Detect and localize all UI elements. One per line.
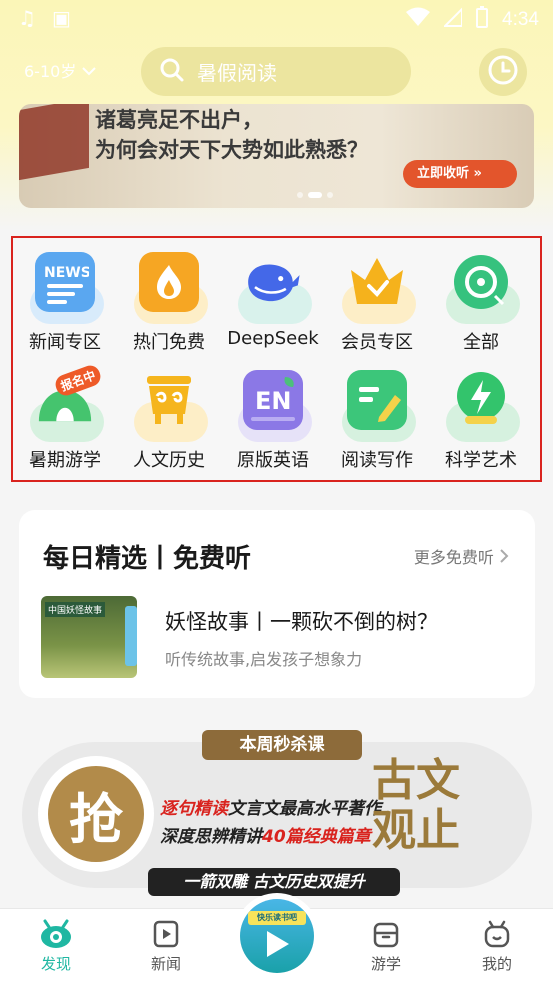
news-icon: NEWS (35, 252, 95, 312)
cover-title: 中国妖怪故事 (45, 602, 106, 617)
category-science-art[interactable]: 科学艺术 (429, 362, 533, 482)
status-bar: ♫ ▣ 4:34 (0, 0, 553, 38)
promo-line-1-rest: 文言文最高水平著作 (228, 799, 381, 819)
search-icon (159, 57, 185, 87)
en-book-icon: EN (243, 370, 303, 430)
search-input[interactable]: 暑假阅读 (141, 47, 411, 96)
crown-icon (347, 252, 407, 312)
category-reading-writing[interactable]: 阅读写作 (325, 362, 429, 482)
banner-line-1: 诸葛亮足不出户， (95, 107, 263, 132)
pagination-dot (327, 192, 333, 198)
nav-label: 游学 (370, 955, 401, 973)
promo-line-1-highlight: 逐句精读 (160, 799, 228, 819)
promo-line-2-highlight: 40篇经典篇章 (262, 827, 371, 847)
search-placeholder: 暑假阅读 (197, 61, 277, 85)
lightning-icon (451, 370, 511, 430)
history-button[interactable] (479, 48, 527, 96)
promo-tag: 本周秒杀课 (202, 730, 362, 760)
grab-text: 抢 (48, 766, 144, 862)
grab-badge: 抢 (38, 756, 154, 872)
music-note-icon: ♫ (18, 6, 36, 30)
bottom-nav: 发现 新闻 快乐读书吧 游学 我的 (0, 893, 553, 983)
nav-discover[interactable]: 发现 (16, 919, 96, 981)
section-title: 每日精选丨免费听 (43, 544, 252, 574)
banner-line-2: 为何会对天下大势如此熟悉？ (95, 137, 368, 162)
category-summer-camp[interactable]: 报名中 暑期游学 (13, 362, 117, 482)
category-grid: NEWS 新闻专区 热门免费 DeepSeek 会员专区 全部 报名中 暑期游学… (11, 236, 542, 482)
category-history[interactable]: 人文历史 (117, 362, 221, 482)
play-center-icon: 快乐读书吧 (240, 899, 314, 973)
promo-line-1: 逐句精读文言文最高水平著作 (160, 794, 381, 819)
category-hot-free[interactable]: 热门免费 (117, 244, 221, 364)
banner-decoration (19, 104, 89, 181)
nav-study-tour[interactable]: 游学 (346, 919, 426, 981)
clock-time: 4:34 (502, 8, 539, 30)
wifi-icon (406, 7, 431, 32)
profile-icon (457, 919, 537, 949)
fire-icon (139, 252, 199, 312)
center-tag: 快乐读书吧 (248, 911, 306, 925)
svg-text:EN: EN (255, 387, 291, 415)
center-play-button[interactable]: 快乐读书吧 (234, 893, 320, 979)
category-label: 热门免费 (133, 332, 205, 353)
nav-label: 我的 (481, 955, 512, 973)
category-label: 暑期游学 (29, 450, 101, 471)
pagination-dot-active (308, 192, 322, 198)
signal-icon (442, 6, 464, 32)
hero-banner[interactable]: 诸葛亮足不出户， 为何会对天下大势如此熟悉？ 立即收听 » (19, 104, 534, 208)
news-video-icon (126, 919, 206, 949)
category-label: 会员专区 (341, 332, 413, 353)
battery-icon (476, 6, 489, 33)
promo-line-2-pre: 深度思辨精讲 (160, 827, 262, 847)
daily-picks-card: 每日精选丨免费听 更多免费听 中国妖怪故事 妖怪故事丨一颗砍不倒的树？ 听传统故… (19, 510, 535, 698)
backpack-icon (346, 919, 426, 949)
discover-icon (16, 919, 96, 949)
category-label: 阅读写作 (341, 450, 413, 471)
header: 6-10岁 暑假阅读 (0, 44, 553, 100)
age-selector[interactable]: 6-10岁 (24, 58, 97, 82)
story-title[interactable]: 妖怪故事丨一颗砍不倒的树？ (165, 606, 438, 636)
story-subtitle: 听传统故事,启发孩子想象力 (165, 650, 363, 669)
category-all[interactable]: 全部 (429, 244, 533, 364)
category-label: 原版英语 (237, 450, 309, 471)
category-news[interactable]: NEWS 新闻专区 (13, 244, 117, 364)
category-label: DeepSeek (227, 328, 319, 349)
cover-strip (125, 606, 137, 666)
weekly-flash-sale-banner[interactable]: 本周秒杀课 抢 逐句精读文言文最高水平著作 深度思辨精讲40篇经典篇章 古文观止… (22, 730, 532, 896)
category-member[interactable]: 会员专区 (325, 244, 429, 364)
chevron-down-icon (82, 61, 97, 80)
banner-pagination (297, 192, 333, 198)
chevron-right-icon (499, 548, 509, 567)
whale-icon (243, 252, 303, 312)
nav-label: 新闻 (150, 955, 181, 973)
banner-cta-label: 立即收听 (417, 166, 470, 181)
double-chevron-icon: » (473, 166, 482, 181)
more-free-label: 更多免费听 (413, 548, 494, 567)
banner-listen-button[interactable]: 立即收听 » (403, 160, 517, 188)
category-label: 全部 (463, 332, 499, 353)
vessel-icon (139, 370, 199, 430)
category-label: 人文历史 (133, 450, 205, 471)
disc-icon (451, 252, 511, 312)
clock-icon (487, 54, 519, 90)
promo-line-2: 深度思辨精讲40篇经典篇章 (160, 822, 371, 847)
promo-slogan: 一箭双雕 古文历史双提升 (148, 868, 400, 896)
more-free-link[interactable]: 更多免费听 (414, 544, 509, 568)
story-cover[interactable]: 中国妖怪故事 (41, 596, 137, 678)
nav-profile[interactable]: 我的 (457, 919, 537, 981)
nav-news[interactable]: 新闻 (126, 919, 206, 981)
nav-label: 发现 (40, 955, 71, 973)
pagination-dot (297, 192, 303, 198)
category-label: 科学艺术 (445, 450, 517, 471)
notebook-pen-icon (347, 370, 407, 430)
app-notification-icon: ▣ (51, 6, 71, 30)
svg-text:NEWS: NEWS (44, 265, 89, 281)
play-triangle (267, 931, 289, 957)
category-english[interactable]: EN 原版英语 (221, 362, 325, 482)
category-deepseek[interactable]: DeepSeek (221, 244, 325, 364)
age-label: 6-10岁 (24, 62, 77, 81)
promo-course-title: 古文观止 (372, 755, 460, 856)
category-label: 新闻专区 (29, 332, 101, 353)
